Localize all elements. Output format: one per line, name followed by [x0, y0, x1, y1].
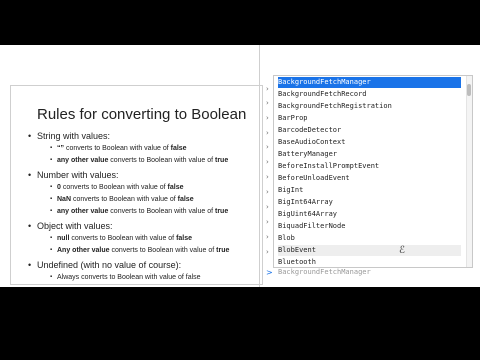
autocomplete-item[interactable]: BackgroundFetchManager	[278, 77, 461, 88]
chevron-right-icon[interactable]: ›	[266, 143, 269, 151]
chevron-right-icon[interactable]: ›	[266, 248, 269, 256]
chevron-right-icon[interactable]: ›	[266, 203, 269, 211]
autocomplete-item[interactable]: BatteryManager	[278, 149, 461, 160]
rule-text: converts to Boolean with value of	[69, 235, 177, 242]
chevron-right-icon[interactable]: ›	[266, 158, 269, 166]
console-input[interactable]: BackgroundFetchManager	[278, 268, 371, 276]
chevron-right-icon[interactable]: ›	[266, 233, 269, 241]
rule-text: converts to Boolean with value of	[108, 157, 215, 164]
rule-key: NaN	[57, 196, 72, 203]
screen: Rules for converting to Boolean String w…	[0, 45, 480, 287]
slide: Rules for converting to Boolean String w…	[10, 85, 263, 285]
autocomplete-item[interactable]: BarcodeDetector	[278, 125, 461, 136]
rule-number-zero: 0 converts to Boolean with value of fals…	[50, 184, 184, 191]
chevron-right-icon[interactable]: ›	[266, 218, 269, 226]
rule-text: converts to Boolean with value of	[108, 208, 215, 215]
autocomplete-item[interactable]: Blob	[278, 233, 461, 244]
rule-value: false	[176, 235, 193, 242]
autocomplete-item[interactable]: BeforeUnloadEvent	[278, 173, 461, 184]
autocomplete-item[interactable]: BigInt64Array	[278, 197, 461, 208]
rule-string-empty: “” converts to Boolean with value of fal…	[50, 145, 187, 152]
chevron-right-icon[interactable]: ›	[266, 129, 269, 137]
autocomplete-dropdown: BackgroundFetchManager BackgroundFetchRe…	[273, 75, 473, 268]
rule-key: “”	[57, 145, 64, 152]
rule-object-null: null converts to Boolean with value of f…	[50, 235, 193, 242]
rule-key: Any other value	[57, 247, 110, 254]
autocomplete-item[interactable]: BigInt	[278, 185, 461, 196]
autocomplete-item[interactable]: Bluetooth	[278, 257, 461, 267]
rule-value: false	[177, 196, 194, 203]
autocomplete-item[interactable]: BiquadFilterNode	[278, 221, 461, 232]
rule-value: false	[170, 145, 187, 152]
chevron-right-icon[interactable]: ›	[266, 188, 269, 196]
slide-title: Rules for converting to Boolean	[37, 106, 247, 123]
chevron-right-icon[interactable]: ›	[266, 99, 269, 107]
autocomplete-item[interactable]: BeforeInstallPromptEvent	[278, 161, 461, 172]
section-heading-number: Number with values:	[28, 170, 118, 180]
rule-text: converts to Boolean with value of	[109, 247, 217, 254]
text-cursor-icon: ℰ	[399, 245, 406, 256]
rule-value: true	[214, 157, 229, 164]
rule-string-other: any other value converts to Boolean with…	[50, 157, 229, 164]
autocomplete-item[interactable]: BigUint64Array	[278, 209, 461, 220]
rule-value: true	[214, 208, 229, 215]
autocomplete-scrollbar-thumb[interactable]	[467, 84, 471, 96]
autocomplete-scrollbar[interactable]	[466, 76, 472, 267]
autocomplete-item[interactable]: BackgroundFetchRecord	[278, 89, 461, 100]
rule-value: false	[167, 184, 184, 191]
chevron-right-icon[interactable]: ›	[266, 85, 269, 93]
rule-number-other: any other value converts to Boolean with…	[50, 208, 229, 215]
rule-text: converts to Boolean with value of	[71, 196, 178, 203]
section-heading-undefined: Undefined (with no value of course):	[28, 260, 181, 270]
rule-text: converts to Boolean with value of	[60, 184, 168, 191]
autocomplete-item[interactable]: BackgroundFetchRegistration	[278, 101, 461, 112]
chevron-right-icon[interactable]: ›	[266, 114, 269, 122]
rule-key: any other value	[57, 157, 109, 164]
rule-key: any other value	[57, 208, 109, 215]
rule-number-nan: NaN converts to Boolean with value of fa…	[50, 196, 194, 203]
rule-text: converts to Boolean with value of	[64, 145, 171, 152]
autocomplete-item[interactable]: BaseAudioContext	[278, 137, 461, 148]
autocomplete-item[interactable]: BlobEvent	[278, 245, 461, 256]
chevron-right-icon[interactable]: ›	[266, 173, 269, 181]
rule-key: null	[57, 235, 70, 242]
section-heading-string: String with values:	[28, 131, 110, 141]
rule-value: true	[216, 247, 230, 254]
rule-object-other: Any other value converts to Boolean with…	[50, 247, 230, 254]
autocomplete-item[interactable]: BarProp	[278, 113, 461, 124]
panel-divider[interactable]	[259, 45, 260, 287]
rule-undefined: Always converts to Boolean with value of…	[50, 274, 201, 281]
console-prompt: >	[266, 268, 273, 277]
section-heading-object: Object with values:	[28, 221, 112, 231]
